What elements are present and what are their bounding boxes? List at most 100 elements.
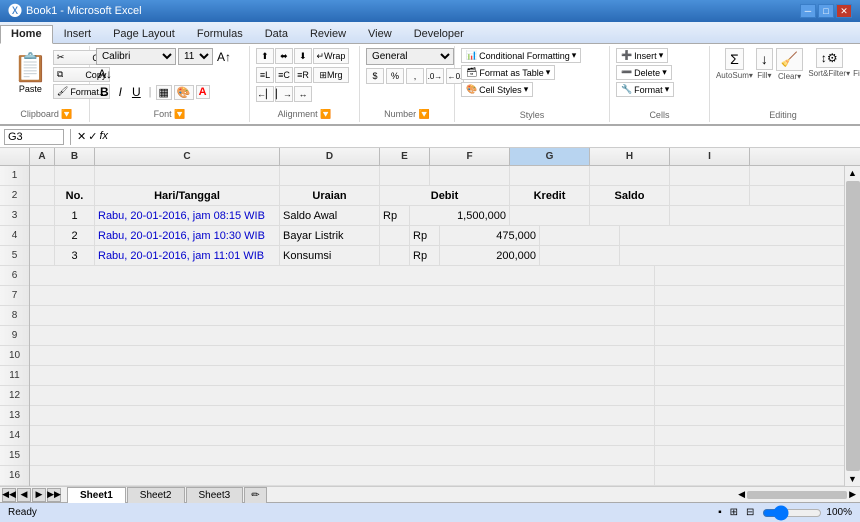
cell-d1[interactable] (280, 166, 380, 185)
cell-styles-button[interactable]: 🎨 Cell Styles ▾ (461, 82, 533, 97)
cell-f5-val[interactable]: 200,000 (440, 246, 540, 265)
col-header-b[interactable]: B (55, 148, 95, 165)
tab-page-layout[interactable]: Page Layout (102, 25, 186, 43)
cancel-formula-icon[interactable]: ✕ (77, 130, 86, 143)
zoom-slider[interactable] (762, 505, 822, 521)
row-num-11[interactable]: 11 (0, 366, 29, 386)
font-color-button[interactable]: A (196, 85, 210, 99)
row-num-1[interactable]: 1 (0, 166, 29, 186)
cell-c3[interactable]: Rabu, 20-01-2016, jam 08:15 WIB (95, 206, 280, 225)
fill-color-button[interactable]: 🎨 (174, 85, 194, 100)
cell-f2[interactable]: Kredit (510, 186, 590, 205)
cell-f5-rp[interactable]: Rp (410, 246, 440, 265)
cell-b5[interactable]: 3 (55, 246, 95, 265)
view-layout-button[interactable]: ⊞ (730, 507, 738, 518)
cell-f4-val[interactable]: 475,000 (440, 226, 540, 245)
view-page-break-button[interactable]: ⊟ (746, 507, 754, 518)
sheet-tab-2[interactable]: Sheet2 (127, 487, 185, 503)
maximize-button[interactable]: □ (818, 4, 834, 18)
cell-f1[interactable] (430, 166, 510, 185)
clear-button[interactable]: 🧹 (776, 48, 803, 71)
next-sheet-button[interactable]: ▶ (32, 488, 46, 502)
cell-h3[interactable] (590, 206, 670, 225)
cell-d5[interactable]: Konsumsi (280, 246, 380, 265)
cell-e1[interactable] (380, 166, 430, 185)
cell-e4[interactable] (380, 226, 410, 245)
row-num-9[interactable]: 9 (0, 326, 29, 346)
row-num-13[interactable]: 13 (0, 406, 29, 426)
window-controls[interactable]: ─ □ ✕ (800, 4, 852, 18)
insert-function-icon[interactable]: fx (99, 130, 108, 143)
cell-c5[interactable]: Rabu, 20-01-2016, jam 11:01 WIB (95, 246, 280, 265)
align-top-button[interactable]: ⬆ (256, 48, 274, 64)
last-sheet-button[interactable]: ▶▶ (47, 488, 61, 502)
sheet-navigation[interactable]: ◀◀ ◀ ▶ ▶▶ (0, 486, 63, 504)
cell-row12[interactable] (30, 386, 655, 405)
col-header-h[interactable]: H (590, 148, 670, 165)
row-num-15[interactable]: 15 (0, 446, 29, 466)
sheet-tab-1[interactable]: Sheet1 (67, 487, 126, 503)
cell-c4[interactable]: Rabu, 20-01-2016, jam 10:30 WIB (95, 226, 280, 245)
cell-d3[interactable]: Saldo Awal (280, 206, 380, 225)
close-button[interactable]: ✕ (836, 4, 852, 18)
cell-row6[interactable] (30, 266, 655, 285)
cell-f3[interactable]: 1,500,000 (410, 206, 510, 225)
first-sheet-button[interactable]: ◀◀ (2, 488, 16, 502)
tab-formulas[interactable]: Formulas (186, 25, 254, 43)
col-header-i[interactable]: I (670, 148, 750, 165)
row-num-3[interactable]: 3 (0, 206, 29, 226)
paste-button[interactable]: 📋 Paste (10, 48, 51, 97)
cell-h5[interactable] (540, 246, 620, 265)
cell-g2[interactable]: Saldo (590, 186, 670, 205)
cell-row8[interactable] (30, 306, 655, 325)
cell-b4[interactable]: 2 (55, 226, 95, 245)
cell-a1[interactable] (30, 166, 55, 185)
row-num-2[interactable]: 2 (0, 186, 29, 206)
sort-filter-button[interactable]: ↕⚙ (816, 48, 843, 68)
prev-sheet-button[interactable]: ◀ (17, 488, 31, 502)
underline-button[interactable]: U (128, 84, 145, 100)
cell-c1[interactable] (95, 166, 280, 185)
cell-i1[interactable] (670, 166, 750, 185)
align-middle-button[interactable]: ⬌ (275, 48, 293, 64)
wrap-text-button[interactable]: ↵Wrap (313, 48, 349, 64)
row-num-6[interactable]: 6 (0, 266, 29, 286)
minimize-button[interactable]: ─ (800, 4, 816, 18)
scroll-right-button[interactable]: ▶ (849, 489, 856, 500)
percent-button[interactable]: % (386, 68, 404, 84)
increase-decimal-button[interactable]: .0→ (426, 68, 444, 84)
scroll-up-button[interactable]: ▲ (846, 166, 859, 180)
increase-indent-button[interactable]: ▏→ (275, 86, 293, 102)
cell-h1[interactable] (590, 166, 670, 185)
borders-button[interactable]: ▦ (156, 85, 172, 100)
currency-button[interactable]: $ (366, 68, 384, 84)
view-normal-button[interactable]: ▪ (718, 507, 722, 518)
cell-row16[interactable] (30, 466, 655, 485)
tab-data[interactable]: Data (254, 25, 299, 43)
tab-home[interactable]: Home (0, 25, 53, 44)
conditional-formatting-button[interactable]: 📊 Conditional Formatting ▾ (461, 48, 581, 63)
col-header-d[interactable]: D (280, 148, 380, 165)
row-num-10[interactable]: 10 (0, 346, 29, 366)
cell-e2[interactable]: Debit (380, 186, 510, 205)
delete-button[interactable]: ➖ Delete ▾ (616, 65, 672, 80)
cell-row9[interactable] (30, 326, 655, 345)
formula-input[interactable] (112, 131, 856, 143)
cell-row11[interactable] (30, 366, 655, 385)
scroll-left-button[interactable]: ◀ (738, 489, 745, 500)
fill-button[interactable]: ↓ (756, 48, 773, 70)
cell-d4[interactable]: Bayar Listrik (280, 226, 380, 245)
align-bottom-button[interactable]: ⬇ (294, 48, 312, 64)
merge-button[interactable]: ⊞Mrg (313, 67, 349, 83)
col-header-g[interactable]: G (510, 148, 590, 165)
cell-f4-rp[interactable]: Rp (410, 226, 440, 245)
bold-button[interactable]: B (96, 84, 113, 100)
font-size-select[interactable]: 11 (178, 48, 213, 65)
autosum-button[interactable]: Σ (725, 48, 744, 70)
cell-a4[interactable] (30, 226, 55, 245)
new-sheet-button[interactable]: ✏ (244, 487, 266, 503)
align-left-button[interactable]: ≡L (256, 67, 274, 83)
cell-b1[interactable] (55, 166, 95, 185)
col-header-a[interactable]: A (30, 148, 55, 165)
row-num-5[interactable]: 5 (0, 246, 29, 266)
